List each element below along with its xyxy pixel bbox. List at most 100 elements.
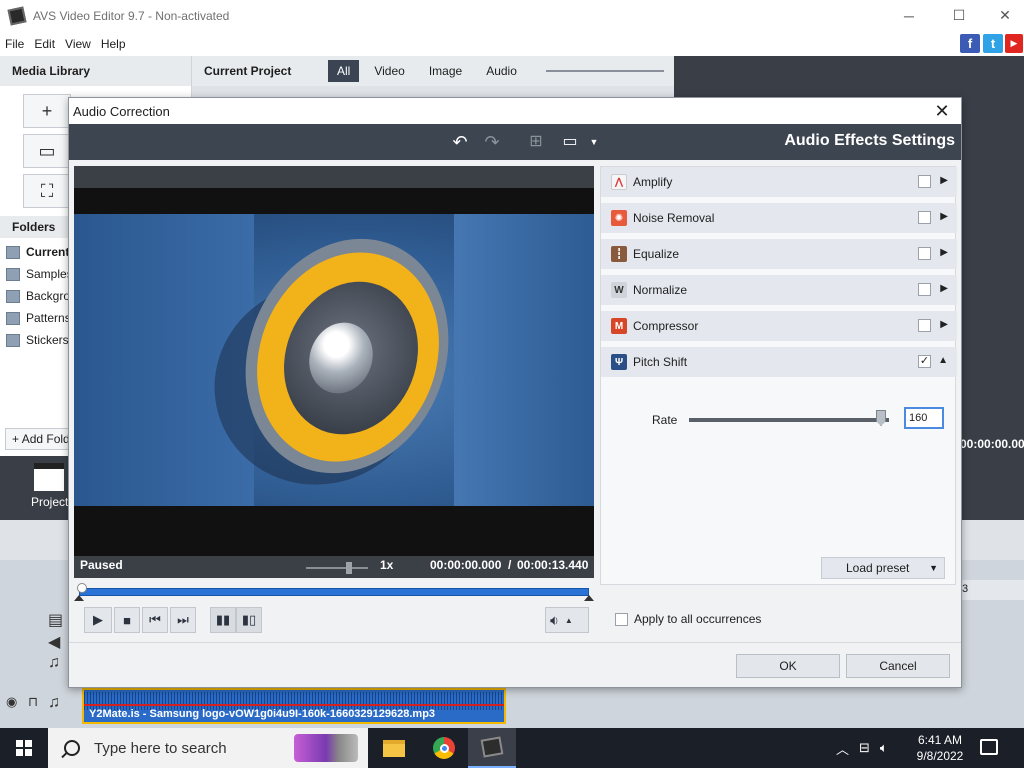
network-icon[interactable]: ⊟ (859, 740, 870, 756)
add-media-button[interactable]: + (23, 94, 71, 128)
effect-checkbox[interactable] (918, 247, 931, 260)
projects-clapper-icon[interactable] (34, 463, 64, 491)
checkbox[interactable] (615, 612, 628, 626)
rate-input[interactable]: 160 (904, 407, 944, 429)
grid-icon[interactable]: ⊞ (525, 132, 547, 152)
audio-correction-dialog: Audio Correction ✕ ↶ ↷ ⊞ ▭ ▼ Audio Effec… (68, 97, 962, 688)
effect-checkbox[interactable] (918, 319, 931, 332)
folder-item[interactable]: Current (6, 242, 69, 262)
folder-label: Stickers (26, 333, 69, 347)
effect-checkbox[interactable] (918, 211, 931, 224)
volume-button[interactable]: 🔉︎ ▲ (545, 607, 589, 633)
ok-button[interactable]: OK (736, 654, 840, 678)
expand-arrow-icon[interactable]: ▶ (940, 247, 948, 258)
effect-noise-removal[interactable]: ✺ Noise Removal ▶ (601, 203, 957, 233)
lock-icon[interactable]: ⊓ (28, 694, 38, 710)
taskbar-clock[interactable]: 6:41 AM 9/8/2022 (912, 732, 968, 764)
effect-checkbox[interactable] (918, 283, 931, 296)
speed-slider-thumb[interactable] (346, 562, 352, 574)
rate-slider-thumb[interactable] (876, 410, 886, 426)
apply-all-label: Apply to all occurrences (634, 612, 762, 626)
tab-image[interactable]: Image (420, 60, 471, 82)
expand-arrow-icon[interactable]: ▶ (940, 319, 948, 330)
screen-capture-icon[interactable]: ⛶ (23, 174, 71, 208)
clock-date: 9/8/2022 (916, 749, 964, 763)
folder-icon (6, 311, 20, 325)
tab-video[interactable]: Video (365, 60, 413, 82)
folder-item[interactable]: Samples (6, 264, 73, 284)
preview-player: Paused 1x 00:00:00.000 / 00:00:13.440 (74, 166, 594, 578)
tab-audio[interactable]: Audio (477, 60, 526, 82)
current-project-bar: Current Project All Video Image Audio (192, 56, 674, 86)
folder-item[interactable]: Patterns (6, 308, 71, 328)
chevron-down-icon[interactable]: ▼ (583, 132, 605, 152)
chrome-button[interactable] (420, 728, 468, 768)
load-preset-dropdown[interactable]: Load preset ▼ (821, 557, 945, 579)
avs-taskbar-button[interactable] (468, 728, 516, 768)
effect-checkbox[interactable] (918, 175, 931, 188)
expand-arrow-icon[interactable]: ▶ (940, 211, 948, 222)
menu-help[interactable]: Help (96, 37, 131, 51)
seek-track[interactable] (79, 588, 589, 596)
next-frame-button[interactable]: ⏭︎ (170, 607, 196, 633)
redo-icon[interactable]: ↷ (481, 132, 503, 152)
folder-item[interactable]: Backgrou (6, 286, 77, 306)
file-explorer-button[interactable] (370, 728, 418, 768)
equalize-icon: ┇ (611, 246, 627, 262)
volume-icon[interactable]: 🔈︎ (880, 740, 888, 756)
youtube-icon[interactable]: ▶ (1005, 34, 1023, 53)
chrome-icon (433, 737, 455, 759)
close-app-button[interactable]: ✕ (982, 0, 1024, 31)
effect-compressor[interactable]: M Compressor ▶ (601, 311, 957, 341)
rate-slider[interactable] (689, 418, 889, 422)
chevron-up-icon[interactable]: ︿ (836, 739, 849, 758)
tab-all[interactable]: All (328, 60, 360, 82)
effect-equalize[interactable]: ┇ Equalize ▶ (601, 239, 957, 269)
add-folder-button[interactable]: + Add Fold (5, 428, 75, 450)
dialog-close-icon[interactable]: ✕ (931, 100, 953, 122)
cancel-button[interactable]: Cancel (846, 654, 950, 678)
menu-file[interactable]: File (0, 37, 29, 51)
menu-edit[interactable]: Edit (29, 37, 60, 51)
seek-end-marker[interactable] (584, 595, 594, 601)
folder-label: Current (26, 245, 70, 259)
eye-icon[interactable]: ◉ (6, 694, 17, 710)
speed-slider[interactable] (306, 567, 368, 569)
camera-icon[interactable]: ▭ (23, 134, 71, 168)
folder-item[interactable]: Stickers (6, 330, 69, 350)
maximize-button[interactable]: ☐ (936, 0, 982, 31)
twitter-icon[interactable]: t (983, 34, 1003, 53)
menu-view[interactable]: View (60, 37, 96, 51)
taskbar-search[interactable]: Type here to search (48, 728, 368, 768)
effect-normalize[interactable]: W Normalize ▶ (601, 275, 957, 305)
monitor-icon[interactable]: ▭ (559, 132, 581, 152)
volume-dropdown-icon[interactable]: ▲ (565, 616, 573, 625)
effect-pitch-shift[interactable]: Ψ Pitch Shift ✓ ▲ (601, 347, 957, 377)
volume-line[interactable] (84, 704, 504, 706)
effect-amplify[interactable]: ⋀ Amplify ▶ (601, 167, 957, 197)
start-button[interactable] (0, 728, 48, 768)
folder-icon (6, 289, 20, 303)
media-library-title: Media Library (0, 56, 191, 86)
apply-all-checkbox[interactable]: Apply to all occurrences (615, 612, 761, 626)
seek-handle[interactable] (77, 583, 87, 593)
seek-bar[interactable] (74, 583, 594, 601)
folder-icon (6, 245, 20, 259)
notification-icon[interactable] (980, 739, 998, 755)
effect-checkbox-checked[interactable]: ✓ (918, 355, 931, 368)
mark-out-button[interactable]: ▮▯ (236, 607, 262, 633)
expand-arrow-icon[interactable]: ▶ (940, 283, 948, 294)
audio-clip[interactable]: Y2Mate.is - Samsung logo-vOW1g0i4u9I-160… (82, 688, 506, 724)
zoom-slider[interactable] (545, 70, 664, 80)
previous-frame-button[interactable]: ⏮︎ (142, 607, 168, 633)
minimize-button[interactable]: ─ (886, 0, 932, 31)
mark-in-button[interactable]: ▮▮ (210, 607, 236, 633)
facebook-icon[interactable]: f (960, 34, 980, 53)
expand-arrow-icon[interactable]: ▶ (940, 175, 948, 186)
stop-button[interactable]: ■ (114, 607, 140, 633)
undo-icon[interactable]: ↶ (449, 132, 471, 152)
collapse-arrow-icon[interactable]: ▲ (938, 355, 948, 366)
play-button[interactable]: ▶ (84, 607, 112, 633)
seek-start-marker[interactable] (74, 595, 84, 601)
chevron-down-icon: ▼ (929, 563, 938, 573)
